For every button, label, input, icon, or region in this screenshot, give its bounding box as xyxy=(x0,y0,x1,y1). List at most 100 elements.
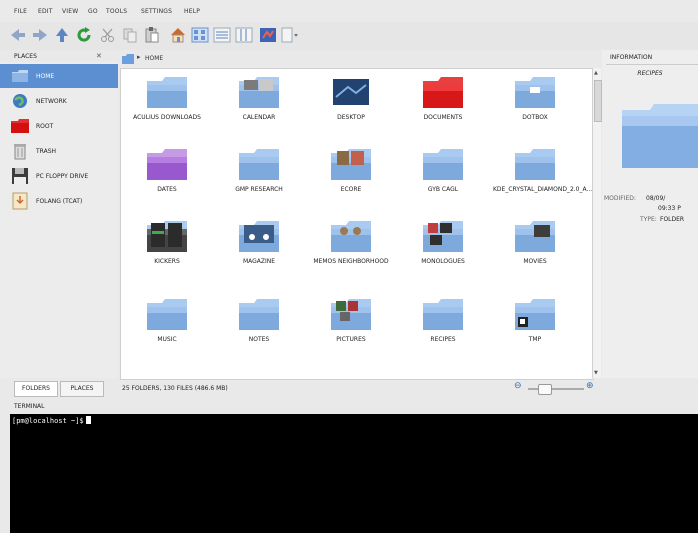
file-item[interactable]: Recipes xyxy=(401,297,485,344)
file-label: Memos Neighborhood xyxy=(313,258,389,265)
info-modified-value: 08/09/ xyxy=(646,195,666,202)
copy-icon xyxy=(123,28,137,43)
file-item[interactable]: Documents xyxy=(401,75,485,122)
home-button[interactable] xyxy=(168,25,188,45)
zoom-in-icon[interactable]: ⊕ xyxy=(586,381,594,391)
file-item[interactable]: Kickers xyxy=(125,219,209,266)
file-item[interactable]: Calendar xyxy=(217,75,301,122)
location-bar[interactable]: ▸ Home xyxy=(118,50,598,68)
place-label: Network xyxy=(36,97,67,105)
tab-places[interactable]: Places xyxy=(60,381,104,397)
root-folder-icon xyxy=(10,117,30,135)
file-item[interactable]: Gmp Research xyxy=(217,147,301,194)
file-item[interactable]: Memos Neighborhood xyxy=(309,219,393,266)
split-view-button[interactable] xyxy=(280,25,300,45)
file-label: Music xyxy=(157,336,177,343)
reload-button[interactable] xyxy=(74,25,94,45)
file-item[interactable]: Desktop xyxy=(309,75,393,122)
preview-button[interactable] xyxy=(258,25,278,45)
arrow-right-icon xyxy=(33,29,47,41)
file-label: Ecore xyxy=(340,186,362,193)
trash-icon xyxy=(10,142,30,160)
zoom-slider[interactable] xyxy=(528,388,584,390)
breadcrumb-home[interactable]: Home xyxy=(145,55,163,62)
file-label: Kickers xyxy=(154,258,180,265)
cut-button[interactable] xyxy=(98,25,118,45)
scroll-thumb[interactable] xyxy=(594,80,602,122)
file-item[interactable]: Dates xyxy=(125,147,209,194)
paste-icon xyxy=(145,27,159,43)
zoom-slider-handle[interactable] xyxy=(538,384,552,395)
file-item[interactable]: Movies xyxy=(493,219,577,266)
file-item[interactable]: Gyb Cagl xyxy=(401,147,485,194)
file-view[interactable]: Aculius Downloads Calendar Desktop Document… xyxy=(120,68,594,380)
place-drive[interactable]: Folang (tcat) xyxy=(0,189,118,213)
media3-folder-icon xyxy=(422,219,464,253)
file-label: Dotbox xyxy=(522,114,548,121)
breadcrumb-separator-icon: ▸ xyxy=(137,53,141,61)
preview-icon xyxy=(260,28,276,42)
file-label: Dates xyxy=(157,186,177,193)
file-item[interactable]: Notes xyxy=(217,297,301,344)
file-label: Desktop xyxy=(337,114,365,121)
file-item[interactable]: Tmp xyxy=(493,297,577,344)
place-floppy[interactable]: PC Floppy Drive xyxy=(0,164,118,188)
file-item[interactable]: KDE_Crystal_Diamond_2.0_A... xyxy=(493,147,592,194)
place-label: Trash xyxy=(36,147,57,155)
file-item[interactable]: Dotbox xyxy=(493,75,577,122)
toolbar xyxy=(0,22,698,50)
column-view-button[interactable] xyxy=(234,25,254,45)
file-label: Calendar xyxy=(242,114,276,121)
scissors-icon xyxy=(101,28,114,42)
tab-folders[interactable]: Folders xyxy=(14,381,58,397)
file-item[interactable]: Music xyxy=(125,297,209,344)
place-home[interactable]: Home xyxy=(0,64,118,88)
copy-button[interactable] xyxy=(120,25,140,45)
place-label: Folang (tcat) xyxy=(36,197,83,205)
menu-settings[interactable]: Settings xyxy=(141,8,172,15)
place-label: Home xyxy=(36,72,55,80)
up-button[interactable] xyxy=(52,25,72,45)
terminal-panel[interactable]: [pm@localhost ~]$ xyxy=(10,414,698,533)
place-label: PC Floppy Drive xyxy=(36,172,89,180)
arrow-up-icon xyxy=(56,28,68,42)
file-item[interactable]: Magazine xyxy=(217,219,301,266)
menu-view[interactable]: View xyxy=(62,8,78,15)
file-item[interactable]: Ecore xyxy=(309,147,393,194)
place-trash[interactable]: Trash xyxy=(0,139,118,163)
folder-icon xyxy=(514,147,556,181)
file-label: Aculius Downloads xyxy=(133,114,201,121)
list-view-icon xyxy=(213,27,231,43)
media-folder-icon xyxy=(146,219,188,253)
info-modified-label: Modified: xyxy=(604,195,636,202)
forward-button[interactable] xyxy=(30,25,50,45)
icon-view-button[interactable] xyxy=(190,25,210,45)
zoom-out-icon[interactable]: ⊖ xyxy=(514,381,522,391)
sidebar-tabs: Folders Places xyxy=(0,381,118,397)
paste-button[interactable] xyxy=(142,25,162,45)
menu-tools[interactable]: Tools xyxy=(106,8,127,15)
place-network[interactable]: Network xyxy=(0,89,118,113)
menu-go[interactable]: Go xyxy=(88,8,98,15)
scroll-down-arrow-icon[interactable]: ▼ xyxy=(594,370,600,376)
vertical-scrollbar[interactable]: ▲ ▼ xyxy=(592,68,602,378)
terminal-line[interactable]: [pm@localhost ~]$ xyxy=(12,416,91,425)
menu-file[interactable]: File xyxy=(14,8,27,15)
file-label: Movies xyxy=(523,258,547,265)
menu-help[interactable]: Help xyxy=(184,8,200,15)
file-item[interactable]: Pictures xyxy=(309,297,393,344)
detail-view-button[interactable] xyxy=(212,25,232,45)
close-icon[interactable]: ✕ xyxy=(96,52,102,60)
icon-view-icon xyxy=(191,27,209,43)
info-type-value: Folder xyxy=(660,216,685,223)
terminal-prompt: [pm@localhost ~]$ xyxy=(12,417,84,425)
home-folder-icon xyxy=(10,67,30,85)
back-button[interactable] xyxy=(8,25,28,45)
place-root[interactable]: Root xyxy=(0,114,118,138)
red-folder-icon xyxy=(422,75,464,109)
file-item[interactable]: Monologues xyxy=(401,219,485,266)
file-label: Gmp Research xyxy=(235,186,283,193)
scroll-up-arrow-icon[interactable]: ▲ xyxy=(594,70,600,76)
file-item[interactable]: Aculius Downloads xyxy=(125,75,209,122)
menu-edit[interactable]: Edit xyxy=(38,8,53,15)
